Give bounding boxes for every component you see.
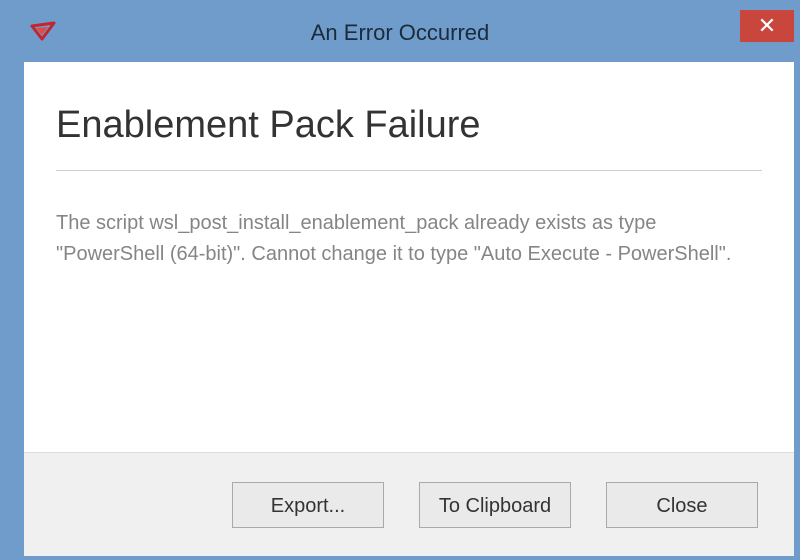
dialog-content: Enablement Pack Failure The script wsl_p… [24,62,794,452]
error-dialog-window: An Error Occurred ✕ Enablement Pack Fail… [0,0,800,560]
window-title: An Error Occurred [310,20,490,45]
close-window-button[interactable]: ✕ [740,10,794,42]
to-clipboard-button[interactable]: To Clipboard [419,482,571,528]
heading-divider [56,170,762,171]
error-message: The script wsl_post_install_enablement_p… [56,212,732,265]
close-button[interactable]: Close [606,482,758,528]
title-bar[interactable]: An Error Occurred ✕ [0,0,800,62]
button-bar: Export... To Clipboard Close [24,452,794,556]
export-button[interactable]: Export... [232,482,384,528]
window-bottom-border [0,556,800,560]
error-heading: Enablement Pack Failure [56,104,481,146]
